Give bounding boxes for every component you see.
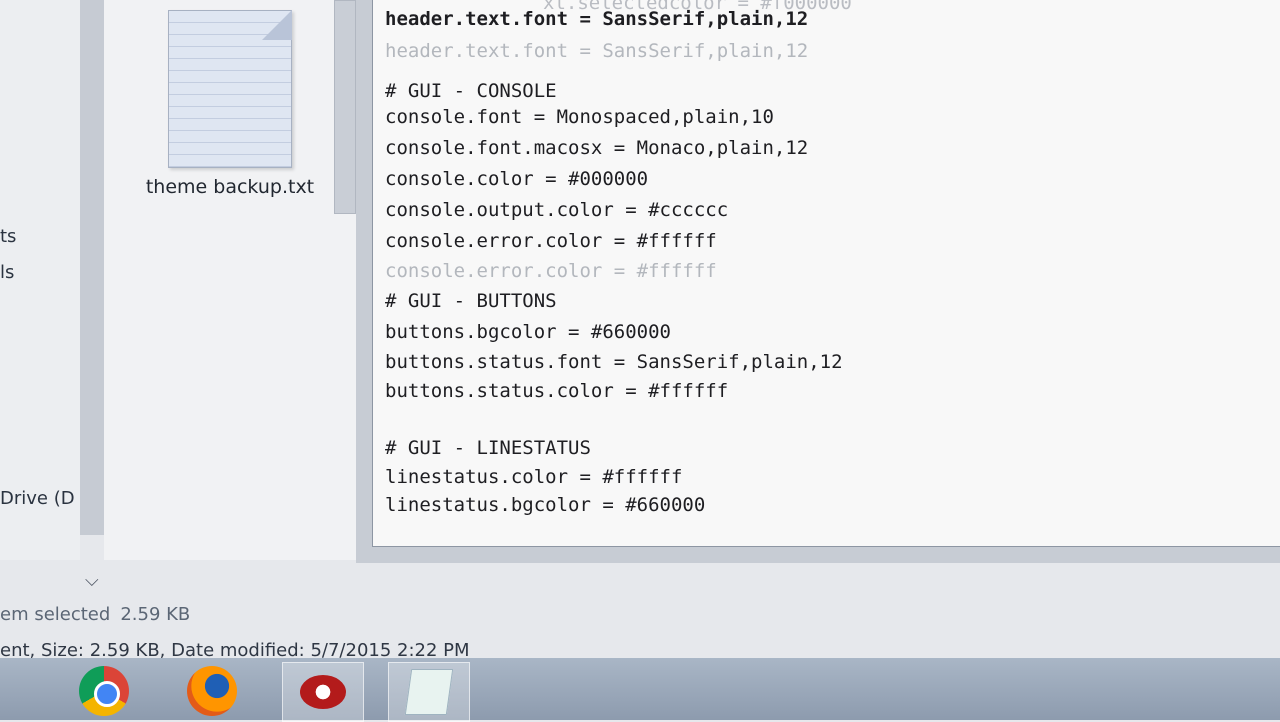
text-editor[interactable]: xt.selectedcolor = #f000000 header.text.… bbox=[372, 0, 1280, 547]
status-selected-text: em selected bbox=[0, 604, 111, 625]
nav-scrollbar[interactable] bbox=[80, 0, 104, 535]
editor-line[interactable]: linestatus.color = #ffffff bbox=[385, 466, 682, 488]
nav-item-2[interactable]: ls bbox=[0, 262, 14, 283]
chrome-icon bbox=[79, 666, 129, 716]
taskbar-firefox-button[interactable] bbox=[172, 662, 252, 720]
editor-line[interactable]: buttons.status.font = SansSerif,plain,12 bbox=[385, 351, 843, 373]
firefox-icon bbox=[187, 666, 237, 716]
editor-line[interactable]: header.text.font = SansSerif,plain,12 bbox=[385, 8, 808, 30]
text-file-icon[interactable] bbox=[168, 10, 292, 168]
editor-line[interactable]: console.color = #000000 bbox=[385, 168, 648, 190]
editor-line[interactable]: linestatus.bgcolor = #660000 bbox=[385, 494, 705, 516]
file-fold-icon bbox=[262, 10, 292, 40]
editor-line[interactable]: # GUI - LINESTATUS bbox=[385, 437, 591, 459]
app-red-icon bbox=[300, 675, 346, 709]
editor-line[interactable]: console.output.color = #cccccc bbox=[385, 199, 728, 221]
taskbar-chrome-button[interactable] bbox=[64, 662, 144, 720]
editor-line[interactable]: # GUI - CONSOLE bbox=[385, 80, 557, 102]
taskbar-app-button[interactable] bbox=[282, 662, 364, 722]
file-name[interactable]: theme backup.txt bbox=[140, 176, 320, 198]
editor-line[interactable]: buttons.bgcolor = #660000 bbox=[385, 321, 671, 343]
navigation-pane: ts ls Drive (D bbox=[0, 0, 80, 560]
editor-line[interactable]: buttons.status.color = #ffffff bbox=[385, 380, 728, 402]
taskbar-notepad-button[interactable] bbox=[388, 662, 470, 722]
editor-line[interactable]: console.font = Monospaced,plain,10 bbox=[385, 106, 774, 128]
nav-item-drive[interactable]: Drive (D bbox=[0, 488, 75, 509]
editor-line[interactable]: console.error.color = #ffffff bbox=[385, 230, 717, 252]
content-scrollbar[interactable] bbox=[334, 0, 356, 214]
nav-item-1[interactable]: ts bbox=[0, 226, 16, 247]
editor-line[interactable]: header.text.font = SansSerif,plain,12 bbox=[385, 40, 808, 62]
editor-line[interactable]: console.error.color = #ffffff bbox=[385, 260, 717, 282]
status-selection: em selected 2.59 KB bbox=[0, 604, 190, 625]
status-selected-size: 2.59 KB bbox=[120, 604, 191, 625]
notepad-icon bbox=[404, 669, 454, 715]
editor-line[interactable]: console.font.macosx = Monaco,plain,12 bbox=[385, 137, 808, 159]
chevron-down-icon[interactable]: ⌵ bbox=[85, 570, 99, 591]
editor-line[interactable]: # GUI - BUTTONS bbox=[385, 290, 557, 312]
taskbar bbox=[0, 658, 1280, 722]
